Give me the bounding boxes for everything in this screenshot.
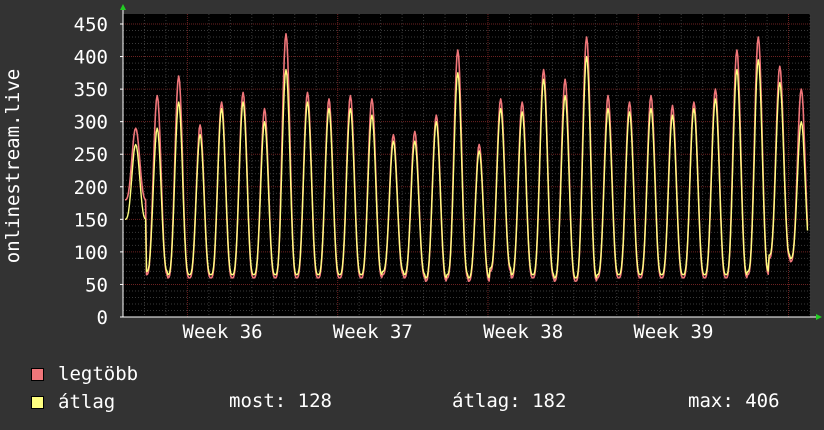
y-tick-label: 200 xyxy=(74,177,108,199)
y-tick-label: 350 xyxy=(74,79,108,101)
x-axis-arrow xyxy=(816,314,822,320)
stat-max: max: 406 xyxy=(688,390,780,412)
legend-max-label: legtöbb xyxy=(58,363,139,385)
chart: 050100150200250300350400450 Week 36 Week … xyxy=(2,4,822,343)
y-tick-label: 250 xyxy=(74,144,108,166)
x-tick-label: Week 36 xyxy=(183,321,263,343)
x-tick-label: Week 38 xyxy=(483,321,563,343)
stat-avg: átlag: 182 xyxy=(452,390,567,412)
x-tick-label: Week 37 xyxy=(333,321,413,343)
y-tick-label: 150 xyxy=(74,209,108,231)
y-tick-label: 450 xyxy=(74,14,108,36)
legend-max-swatch xyxy=(31,367,44,381)
y-axis-label: onlinestream.live xyxy=(2,69,24,263)
legend-avg: átlag xyxy=(31,391,115,413)
y-tick-label: 400 xyxy=(74,47,108,69)
y-tick-labels: 0 50 100 150 200 250 300 350 400 450 xyxy=(74,14,108,329)
x-tick-labels: Week 36 Week 37 Week 38 Week 39 xyxy=(183,321,714,343)
x-tick-label: Week 39 xyxy=(633,321,713,343)
legend-avg-swatch xyxy=(31,395,44,409)
legend-avg-label: átlag xyxy=(58,391,116,413)
y-tick-label: 300 xyxy=(74,112,108,134)
y-tick-label: 50 xyxy=(85,274,108,296)
stat-now: most: 128 xyxy=(229,390,332,412)
y-tick-label: 0 xyxy=(97,307,108,329)
legend-max: legtöbb xyxy=(31,363,138,385)
y-axis-arrow xyxy=(120,4,126,10)
y-tick-label: 100 xyxy=(74,242,108,264)
